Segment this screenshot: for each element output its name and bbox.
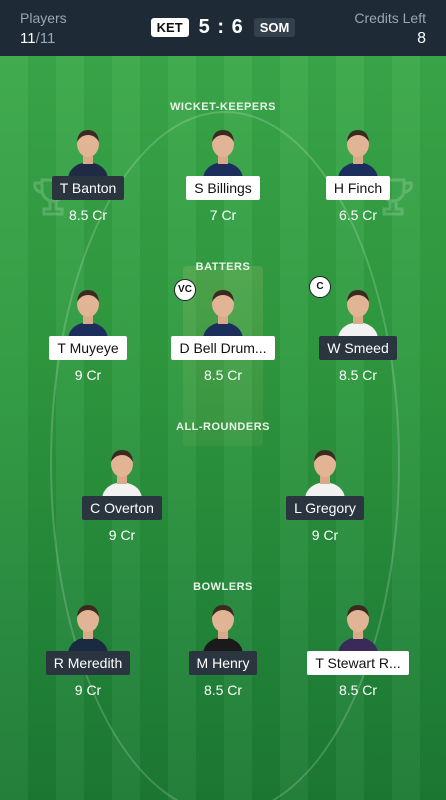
cricket-field: WICKET-KEEPERS BATTERS ALL-ROUNDERS BOWL… [0, 56, 446, 800]
player-card[interactable]: T Muyeye 9 Cr [28, 286, 148, 383]
credits-left: Credits Left 8 [354, 10, 426, 48]
player-credits: 8.5 Cr [338, 367, 378, 383]
team-away-chip: SOM [253, 18, 296, 37]
section-batters: BATTERS [195, 261, 251, 273]
player-card[interactable]: D Bell Drum... 8.5 Cr VC [163, 279, 283, 383]
player-name: C Overton [82, 496, 162, 520]
player-name: T Banton [51, 176, 125, 200]
player-silhouette-icon [338, 130, 378, 178]
player-avatar [197, 126, 249, 178]
player-silhouette-icon [203, 130, 243, 178]
player-card[interactable]: H Finch 6.5 Cr [298, 126, 418, 223]
captain-badge: C [309, 276, 331, 298]
section-all-rounders: ALL-ROUNDERS [176, 421, 270, 433]
player-card[interactable]: L Gregory 9 Cr [265, 446, 385, 543]
player-credits: 6.5 Cr [338, 207, 378, 223]
team-home-chip: KET [150, 18, 189, 37]
player-avatar [332, 601, 384, 653]
player-name: L Gregory [286, 496, 364, 520]
player-card[interactable]: T Banton 8.5 Cr [28, 126, 148, 223]
player-name: H Finch [325, 176, 391, 200]
player-credits: 9 Cr [108, 527, 136, 543]
player-avatar [299, 446, 351, 498]
player-credits: 9 Cr [74, 682, 102, 698]
player-credits: 7 Cr [209, 207, 237, 223]
section-bowlers: BOWLERS [193, 581, 253, 593]
player-avatar [332, 126, 384, 178]
player-card[interactable]: R Meredith 9 Cr [28, 601, 148, 698]
player-silhouette-icon [68, 130, 108, 178]
section-wicket-keepers: WICKET-KEEPERS [169, 101, 276, 113]
player-silhouette-icon [338, 290, 378, 338]
player-avatar [332, 286, 384, 338]
player-credits: 9 Cr [311, 527, 339, 543]
player-avatar [197, 286, 249, 338]
player-silhouette-icon [203, 605, 243, 653]
player-card[interactable]: T Stewart R... 8.5 Cr [298, 601, 418, 698]
player-credits: 8.5 Cr [338, 682, 378, 698]
player-card[interactable]: C Overton 9 Cr [62, 446, 182, 543]
player-silhouette-icon [102, 450, 142, 498]
player-silhouette-icon [305, 450, 345, 498]
player-name: W Smeed [319, 336, 397, 360]
player-name: R Meredith [45, 651, 131, 675]
player-credits: 8.5 Cr [68, 207, 108, 223]
player-credits: 8.5 Cr [203, 367, 243, 383]
player-avatar [62, 601, 114, 653]
credits-label: Credits Left [354, 10, 426, 26]
player-avatar [62, 286, 114, 338]
player-name: T Stewart R... [307, 651, 409, 675]
match-header: Players 11/11 KET 5 : 6 SOM Credits Left… [0, 0, 446, 56]
score-value: 5 : 6 [198, 16, 244, 38]
credits-value: 8 [417, 30, 426, 47]
player-name: T Muyeye [49, 336, 127, 360]
player-card[interactable]: M Henry 8.5 Cr [163, 601, 283, 698]
player-avatar [197, 601, 249, 653]
player-name: D Bell Drum... [171, 336, 275, 360]
player-silhouette-icon [68, 605, 108, 653]
player-card[interactable]: W Smeed 8.5 Cr C [298, 276, 418, 383]
player-silhouette-icon [203, 290, 243, 338]
player-card[interactable]: S Billings 7 Cr [163, 126, 283, 223]
vice-captain-badge: VC [174, 279, 196, 301]
player-avatar [96, 446, 148, 498]
player-credits: 8.5 Cr [203, 682, 243, 698]
player-credits: 9 Cr [74, 367, 102, 383]
player-name: S Billings [186, 176, 260, 200]
player-silhouette-icon [338, 605, 378, 653]
player-silhouette-icon [68, 290, 108, 338]
player-avatar [62, 126, 114, 178]
player-name: M Henry [188, 651, 258, 675]
